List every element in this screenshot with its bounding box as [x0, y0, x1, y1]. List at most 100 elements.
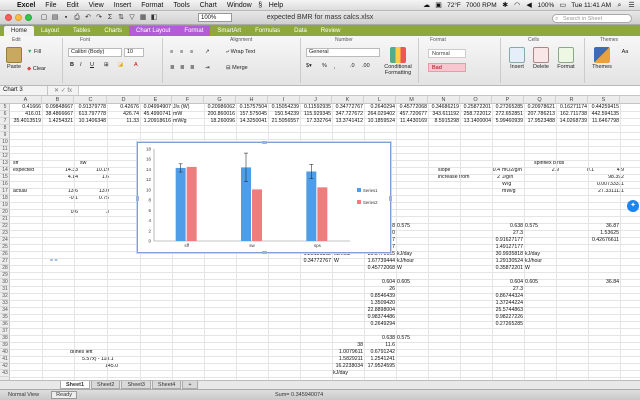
row-header[interactable]: 11: [0, 146, 10, 153]
cell-dash-marker[interactable]: = =: [50, 258, 58, 265]
row-header[interactable]: 37: [0, 328, 10, 335]
row-header[interactable]: 8: [0, 125, 10, 132]
column-header[interactable]: N: [428, 96, 460, 104]
row-header[interactable]: 35: [0, 314, 10, 321]
volume-icon[interactable]: ◀: [526, 2, 533, 9]
cell-col-p[interactable]: 0.638: [493, 223, 523, 230]
cell-r7-j[interactable]: 17.332764: [301, 118, 331, 125]
filter-icon[interactable]: ▽: [128, 14, 136, 22]
column-header[interactable]: K: [332, 96, 364, 104]
cell-r6-p[interactable]: 272.652851: [493, 111, 523, 118]
row-header[interactable]: 12: [0, 153, 10, 160]
sort-icon[interactable]: ⇅: [117, 14, 125, 22]
row-header[interactable]: 7: [0, 118, 10, 125]
cell-r6-r[interactable]: 162.711738: [557, 111, 587, 118]
cell-increase-value[interactable]: 2: [480, 174, 500, 181]
row-header[interactable]: 17: [0, 188, 10, 195]
cell-col-l[interactable]: 11.6: [365, 342, 395, 349]
wrap-text-button[interactable]: ⤶ Wrap Text: [226, 49, 255, 56]
save-icon[interactable]: ▪: [62, 14, 70, 22]
underline-button[interactable]: U: [90, 62, 94, 68]
cell-col-s[interactable]: 1.53625: [589, 230, 619, 237]
cell-r7-r[interactable]: 14.0268739: [557, 118, 587, 125]
cell-col-l[interactable]: 1.3509420: [365, 300, 395, 307]
cell-h-low[interactable]: 38: [333, 342, 363, 349]
format-cells-button[interactable]: Format: [554, 47, 578, 70]
cell-r6-o[interactable]: 258.722012: [461, 111, 491, 118]
style-bad[interactable]: Bad: [428, 63, 466, 72]
column-header[interactable]: M: [396, 96, 428, 104]
cell-col-l[interactable]: 0.98374486: [365, 314, 395, 321]
cell-r5-d[interactable]: 0.42676: [109, 104, 139, 111]
fill-button[interactable]: ▼ Fill: [27, 49, 41, 55]
chart-resize-handle[interactable]: [136, 196, 139, 201]
cell-r7-b[interactable]: 1.4254321: [43, 118, 73, 125]
cell-r5-g[interactable]: 0.20986062: [205, 104, 235, 111]
cell-col-p[interactable]: 27.3: [493, 286, 523, 293]
bar-chart[interactable]: 0 2 4 6 8 10 12 14 16 18 sff sw sps Series1 Series2: [136, 141, 392, 254]
chart-resize-handle[interactable]: [389, 196, 392, 201]
cell-r5-c[interactable]: 0.91379778: [76, 104, 106, 111]
cell-r7-n[interactable]: 8.5915298: [429, 118, 459, 125]
cell-col-p[interactable]: 0.604: [493, 279, 523, 286]
tab-formulas[interactable]: Formulas: [248, 26, 287, 36]
cell-r5-k[interactable]: 0.34772767: [333, 104, 363, 111]
row-header[interactable]: 24: [0, 237, 10, 244]
minimize-window-button[interactable]: [15, 14, 22, 21]
cell-col-q[interactable]: 0.605: [525, 279, 555, 286]
cell-increase-p[interactable]: 98.392: [590, 174, 624, 181]
cell-r5-b[interactable]: 0.09848667: [43, 104, 73, 111]
row-header[interactable]: 43: [0, 370, 10, 377]
column-header[interactable]: C: [75, 96, 107, 104]
clear-button[interactable]: ◆ Clear: [27, 66, 46, 72]
cell-col-q[interactable]: W: [525, 265, 555, 272]
cell-col-p[interactable]: 0.27265285: [493, 321, 523, 328]
column-header[interactable]: S: [588, 96, 620, 104]
tab-chart-layout[interactable]: Chart Layout: [129, 26, 178, 36]
cell-r6-l[interactable]: 264.029402: [365, 111, 395, 118]
cell-col-m[interactable]: 0.575: [397, 223, 427, 230]
theme-fonts-icon[interactable]: Aa: [618, 49, 632, 55]
tab-charts[interactable]: Charts: [97, 26, 129, 36]
cell-col-l[interactable]: 0.8546439: [365, 293, 395, 300]
align-right-icon[interactable]: ≣: [190, 65, 195, 71]
cell-r6-f[interactable]: mW: [173, 111, 203, 118]
align-center-icon[interactable]: ≣: [180, 65, 185, 71]
autosum-icon[interactable]: Σ: [106, 14, 114, 22]
cloud-icon[interactable]: ☁: [423, 2, 430, 9]
cell-r5-n[interactable]: 0.34686219: [429, 104, 459, 111]
row-header[interactable]: 18: [0, 195, 10, 202]
clock[interactable]: Tue 11:41 AM: [571, 2, 611, 9]
sheet-tab-2[interactable]: Sheet2: [91, 381, 121, 389]
column-header[interactable]: J: [300, 96, 332, 104]
cell-r7-h[interactable]: 14.3250041: [237, 118, 267, 125]
tab-smartart[interactable]: SmartArt: [210, 26, 248, 36]
cell-col-l[interactable]: 1.67739444: [365, 258, 395, 265]
tab-format[interactable]: Format: [177, 26, 211, 36]
column-header[interactable]: L: [364, 96, 396, 104]
cell-col-l[interactable]: 0.45772068: [365, 265, 395, 272]
monitor-icon[interactable]: ▣: [435, 2, 442, 9]
column-header[interactable]: Q: [524, 96, 556, 104]
row-header[interactable]: 6: [0, 111, 10, 118]
cell-r6-k[interactable]: 347.727672: [333, 111, 363, 118]
cell-r5-o[interactable]: 0.25872201: [461, 104, 491, 111]
cell-col-s[interactable]: 36.87: [589, 223, 619, 230]
cell-mw-g-value[interactable]: 27.3311111: [585, 188, 624, 195]
cell-r6-c[interactable]: 613.797778: [76, 111, 106, 118]
cell-h-low[interactable]: 16.2238034: [333, 363, 363, 370]
cell-h-low[interactable]: 1.0079611: [333, 349, 363, 356]
row-header[interactable]: 39: [0, 342, 10, 349]
column-header[interactable]: I: [268, 96, 300, 104]
cell-col-m[interactable]: 0.575: [397, 335, 427, 342]
cell-col-p[interactable]: 25.5744863: [493, 307, 523, 314]
toolbox-icon[interactable]: ◧: [150, 14, 158, 22]
cell-col-l[interactable]: 0.2649294: [365, 321, 395, 328]
undo-icon[interactable]: ↶: [84, 14, 92, 22]
cell-increase-label[interactable]: increase from: [438, 174, 469, 181]
row-header[interactable]: 14: [0, 167, 10, 174]
formula-buttons[interactable]: ✕ ✓ fx: [48, 87, 78, 94]
cell-r5-l[interactable]: 0.2640294: [365, 104, 395, 111]
themes-button[interactable]: Themes: [590, 47, 614, 70]
menu-view[interactable]: View: [84, 2, 109, 9]
